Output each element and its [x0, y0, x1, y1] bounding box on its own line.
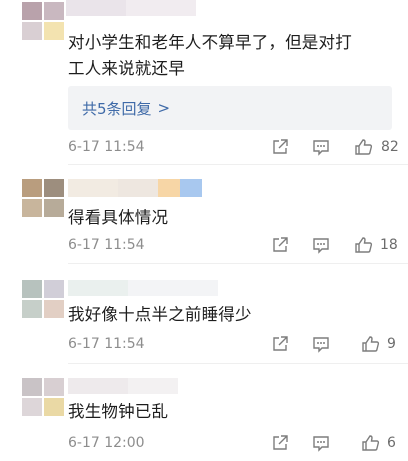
comment-item: 对小学生和老年人不算早了，但是对打 工人来说就还早 共5条回复 > 6-17 1…	[0, 0, 408, 162]
comment-icon[interactable]	[311, 235, 331, 255]
comment-text: 得看具体情况	[68, 205, 168, 231]
comment-item: 我好像十点半之前睡得少 6-17 11:54 9	[0, 264, 408, 361]
like-count: 9	[387, 336, 396, 352]
comment-icon[interactable]	[311, 137, 331, 157]
thumbs-up-icon[interactable]	[354, 235, 374, 255]
comment-icon[interactable]	[311, 433, 331, 453]
comment-text: 我好像十点半之前睡得少	[68, 302, 252, 328]
blurred-user-info	[0, 0, 240, 40]
comment-text-line: 我好像十点半之前睡得少	[68, 305, 252, 324]
share-icon[interactable]	[270, 137, 290, 157]
share-icon[interactable]	[270, 334, 290, 354]
like-count: 82	[381, 139, 399, 155]
like-count: 18	[380, 237, 398, 253]
comment-text-line: 对小学生和老年人不算早了，但是对打	[68, 33, 352, 52]
comment-timestamp: 6-17 12:00	[68, 435, 145, 451]
blurred-user-info	[0, 264, 240, 318]
comment-icon[interactable]	[311, 334, 331, 354]
share-icon[interactable]	[270, 235, 290, 255]
replies-count-label: 共5条回复	[82, 99, 152, 118]
share-icon[interactable]	[270, 433, 290, 453]
thumbs-up-icon[interactable]	[361, 334, 381, 354]
view-replies-button[interactable]: 共5条回复 >	[68, 86, 392, 130]
comment-timestamp: 6-17 11:54	[68, 336, 145, 352]
comment-text: 对小学生和老年人不算早了，但是对打 工人来说就还早	[68, 30, 352, 82]
like-count: 6	[387, 435, 396, 451]
blurred-user-info	[0, 364, 240, 416]
blurred-user-info	[0, 165, 240, 217]
comment-text-line: 工人来说就还早	[68, 59, 185, 78]
comment-text-line: 我生物钟已乱	[68, 402, 169, 421]
comment-timestamp: 6-17 11:54	[68, 139, 145, 155]
thumbs-up-icon[interactable]	[361, 433, 381, 453]
comment-item: 我生物钟已乱 6-17 12:00 6	[0, 364, 408, 461]
chevron-right-icon: >	[157, 99, 171, 117]
comment-item: 得看具体情况 6-17 11:54 18	[0, 165, 408, 260]
thumbs-up-icon[interactable]	[354, 137, 374, 157]
comment-timestamp: 6-17 11:54	[68, 237, 145, 253]
comment-text: 我生物钟已乱	[68, 399, 168, 425]
comment-text-line: 得看具体情况	[68, 208, 169, 227]
